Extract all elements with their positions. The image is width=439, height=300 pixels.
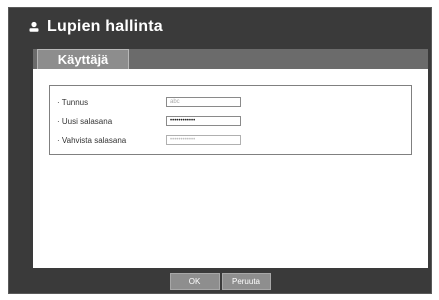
form-row-id: · Tunnus abc (50, 94, 411, 110)
form-row-new-password: · Uusi salasana •••••••••••• (50, 113, 411, 129)
confirm-password-label: · Vahvista salasana (57, 135, 127, 145)
tab-content: · Tunnus abc · Uusi salasana •••••••••••… (33, 69, 428, 268)
dialog-title: Lupien hallinta (47, 18, 163, 35)
ok-button[interactable]: OK (169, 273, 220, 290)
tab-bar: Käyttäjä (33, 49, 428, 69)
title-bar: Lupien hallinta (9, 8, 431, 46)
id-label: · Tunnus (57, 97, 89, 107)
confirm-password-field[interactable]: •••••••••••• (166, 135, 241, 145)
user-form: · Tunnus abc · Uusi salasana •••••••••••… (49, 85, 412, 155)
new-password-label: · Uusi salasana (57, 116, 113, 126)
user-management-dialog: Lupien hallinta Käyttäjä · Tunnus abc · … (8, 7, 432, 294)
new-password-field[interactable]: •••••••••••• (166, 116, 241, 126)
dialog-footer: OK Peruuta (9, 268, 431, 295)
tab-user[interactable]: Käyttäjä (37, 49, 129, 69)
cancel-button[interactable]: Peruuta (221, 273, 271, 290)
id-field[interactable]: abc (166, 97, 241, 107)
user-icon (23, 16, 45, 38)
form-row-confirm-password: · Vahvista salasana •••••••••••• (50, 132, 411, 148)
